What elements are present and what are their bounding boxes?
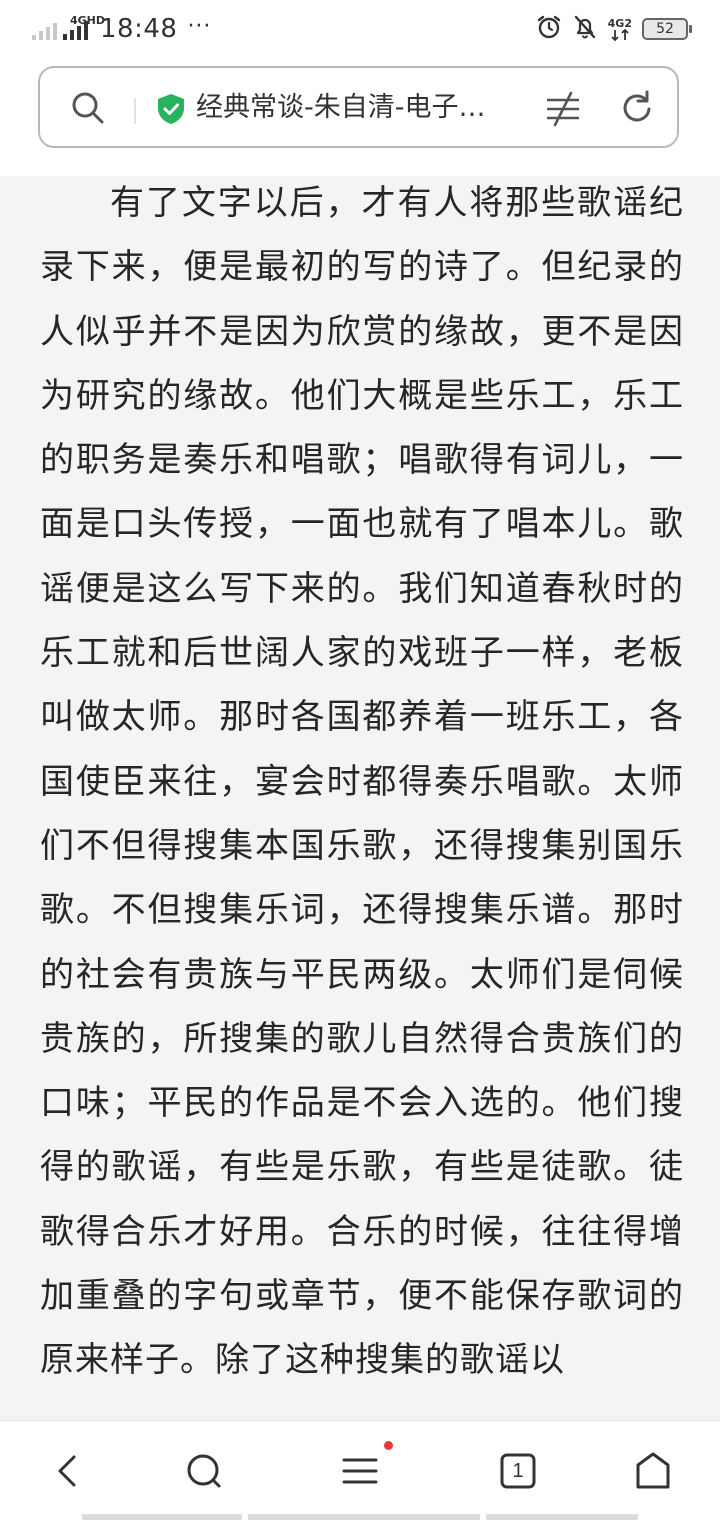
home-icon[interactable] bbox=[631, 1449, 675, 1493]
reader-mode-icon[interactable] bbox=[544, 90, 582, 128]
status-time: 18:48 bbox=[100, 14, 178, 44]
search-icon[interactable] bbox=[70, 90, 106, 126]
address-bar[interactable]: 经典常谈-朱自清-电子… bbox=[38, 66, 679, 148]
bottom-nav: 1 bbox=[0, 1420, 720, 1521]
gesture-bar-center bbox=[248, 1514, 480, 1520]
network2-icon: 4G2 bbox=[608, 18, 632, 41]
tabs-count: 1 bbox=[512, 1460, 524, 1482]
status-bar: 4GHD 18:48 ··· 4G2 52 bbox=[0, 0, 720, 58]
secure-shield-icon bbox=[154, 92, 188, 126]
status-more-indicator: ··· bbox=[187, 13, 212, 39]
refresh-icon[interactable] bbox=[618, 89, 656, 127]
status-left: 4GHD 18:48 ··· bbox=[32, 12, 211, 46]
back-icon[interactable] bbox=[46, 1449, 90, 1493]
battery-icon: 52 bbox=[642, 18, 692, 40]
address-divider bbox=[134, 98, 136, 124]
signal-icon-sim1 bbox=[32, 18, 57, 40]
network2-label: 4G2 bbox=[607, 16, 632, 30]
battery-level: 52 bbox=[656, 21, 674, 37]
article-content[interactable]: 有了文字以后，才有人将那些歌谣纪录下来，便是最初的写的诗了。但纪录的人似乎并不是… bbox=[0, 176, 720, 1420]
mute-icon bbox=[572, 14, 598, 44]
menu-icon[interactable] bbox=[338, 1449, 382, 1493]
menu-notification-dot bbox=[384, 1441, 393, 1450]
alarm-icon bbox=[536, 14, 562, 44]
status-right: 4G2 52 bbox=[536, 14, 692, 44]
tabs-icon[interactable]: 1 bbox=[496, 1449, 540, 1493]
gesture-bar-right bbox=[486, 1514, 638, 1520]
search-icon[interactable] bbox=[182, 1449, 226, 1493]
page-title[interactable]: 经典常谈-朱自清-电子… bbox=[196, 88, 526, 128]
gesture-bar-left bbox=[82, 1514, 242, 1520]
address-bar-area: 经典常谈-朱自清-电子… bbox=[0, 58, 720, 176]
network-type-label: 4GHD bbox=[70, 14, 106, 27]
article-paragraph: 有了文字以后，才有人将那些歌谣纪录下来，便是最初的写的诗了。但纪录的人似乎并不是… bbox=[40, 183, 684, 1381]
